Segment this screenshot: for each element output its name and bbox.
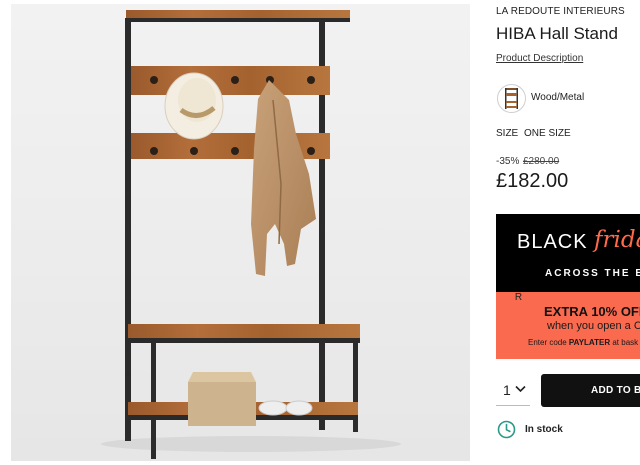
banner-word-friday: frida (594, 227, 640, 253)
banner-word-black: BLACK (517, 231, 588, 253)
material-label: Wood/Metal (531, 92, 585, 103)
size-label: SIZE (496, 128, 519, 139)
add-to-basket-button[interactable]: ADD TO BAS (541, 374, 640, 407)
promo-subline: when you open a C (547, 320, 640, 332)
product-image[interactable] (11, 4, 470, 461)
current-price: £182.00 (496, 170, 569, 192)
size-value: ONE SIZE (524, 128, 571, 139)
stock-status: In stock (525, 424, 563, 435)
black-friday-banner[interactable]: BLACK frida ACROSS THE E (496, 214, 640, 292)
promo-offer-panel[interactable]: R EXTRA 10% OFF when you open a C Enter … (496, 292, 640, 359)
promo-code: PAYLATER (568, 338, 611, 347)
discount-percent: -35% (496, 156, 520, 167)
brand-name[interactable]: LA REDOUTE INTERIEURS (496, 6, 625, 17)
quantity-select[interactable]: 1 (496, 375, 530, 406)
chevron-down-icon (515, 385, 526, 393)
promo-badge: R (506, 292, 531, 307)
product-description-link[interactable]: Product Description (496, 53, 583, 64)
promo-headline: EXTRA 10% OFF (544, 304, 640, 319)
material-swatch[interactable] (497, 84, 526, 113)
original-price: £280.00 (523, 156, 560, 167)
product-title: HIBA Hall Stand (496, 24, 618, 43)
promo-code-suffix: at bask (610, 338, 639, 347)
clock-icon (497, 420, 516, 439)
wood-metal-swatch-icon (505, 88, 518, 109)
banner-subtitle: ACROSS THE E (545, 268, 640, 279)
hall-stand-illustration (101, 10, 401, 459)
promo-code-text: Enter code PAYLATER at bask (528, 338, 638, 347)
add-to-basket-label: ADD TO BAS (591, 385, 640, 396)
promo-code-prefix: Enter code (528, 338, 569, 347)
quantity-value: 1 (503, 382, 511, 398)
